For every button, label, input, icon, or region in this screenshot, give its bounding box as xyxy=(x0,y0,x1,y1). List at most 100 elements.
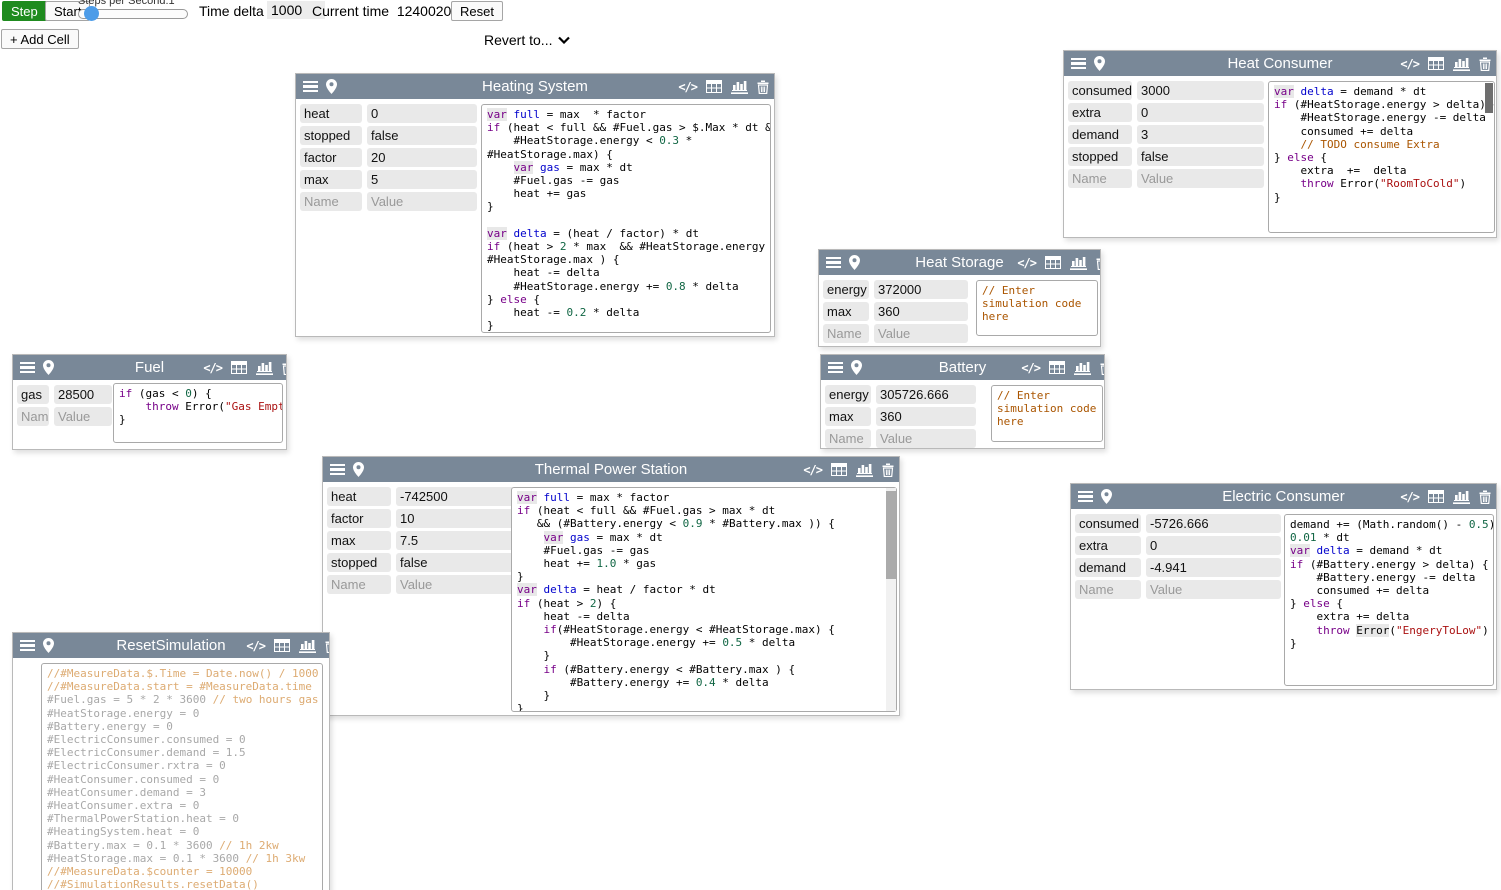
variable-name-cell[interactable]: max xyxy=(300,170,362,189)
slider-track[interactable] xyxy=(78,9,188,19)
code-editor[interactable]: demand += (Math.random() - 0.5) *0.01 * … xyxy=(1284,514,1494,686)
variable-value-cell[interactable]: -5726.666 xyxy=(1146,514,1281,533)
trash-icon[interactable] xyxy=(882,463,894,477)
variable-name-cell[interactable]: stopped xyxy=(1068,147,1132,166)
variable-value-cell[interactable]: 360 xyxy=(874,302,968,321)
variable-value-cell[interactable]: Value xyxy=(874,324,968,343)
location-pin-icon[interactable] xyxy=(326,79,337,94)
code-editor[interactable]: // Entersimulation codehere xyxy=(991,385,1103,442)
variable-value-cell[interactable]: 5 xyxy=(367,170,477,189)
code-editor[interactable]: var delta = demand * dtif (#HeatStorage.… xyxy=(1268,81,1495,233)
variable-name-cell[interactable]: energy xyxy=(825,385,871,404)
chart-view-icon[interactable] xyxy=(256,360,273,375)
location-pin-icon[interactable] xyxy=(851,360,862,375)
location-pin-icon[interactable] xyxy=(43,638,54,653)
variable-name-cell[interactable]: factor xyxy=(300,148,362,167)
chart-view-icon[interactable] xyxy=(299,638,316,653)
variable-name-cell[interactable]: extra xyxy=(1075,536,1141,555)
variable-value-cell[interactable]: -4.941 xyxy=(1146,558,1281,577)
variable-name-cell[interactable]: Name xyxy=(300,192,362,211)
variable-value-cell[interactable]: 305726.666 xyxy=(876,385,976,404)
add-cell-button[interactable]: + Add Cell xyxy=(1,29,79,49)
hamburger-menu-icon[interactable] xyxy=(303,81,318,93)
variable-name-cell[interactable]: Name xyxy=(327,575,391,594)
location-pin-icon[interactable] xyxy=(43,360,54,375)
variable-name-cell[interactable]: consumed xyxy=(1075,514,1141,533)
revert-dropdown[interactable]: Revert to... xyxy=(484,32,570,48)
code-scrollbar[interactable] xyxy=(886,488,896,711)
code-scrollbar[interactable] xyxy=(1485,83,1493,117)
variable-name-cell[interactable]: heat xyxy=(327,487,391,506)
code-editor[interactable]: var full = max * factorif (heat < full &… xyxy=(481,104,771,333)
variable-name-cell[interactable]: consumed xyxy=(1068,81,1132,100)
code-view-icon[interactable]: </> xyxy=(246,639,265,653)
variable-name-cell[interactable]: heat xyxy=(300,104,362,123)
table-view-icon[interactable] xyxy=(1049,361,1065,374)
variable-value-cell[interactable]: 0 xyxy=(367,104,477,123)
panel-header[interactable]: Fuel </> xyxy=(13,355,286,380)
chart-view-icon[interactable] xyxy=(1453,56,1470,71)
chart-view-icon[interactable] xyxy=(1074,360,1091,375)
code-editor[interactable]: //#MeasureData.$.Time = Date.now() / 100… xyxy=(41,663,323,890)
variable-value-cell[interactable]: false xyxy=(367,126,477,145)
variable-name-cell[interactable]: Name xyxy=(1075,580,1141,599)
trash-icon[interactable] xyxy=(1479,490,1491,504)
variable-name-cell[interactable]: demand xyxy=(1068,125,1132,144)
variable-value-cell[interactable]: -742500 xyxy=(396,487,514,506)
variable-value-cell[interactable]: Value xyxy=(396,575,514,594)
code-view-icon[interactable]: </> xyxy=(1021,361,1040,375)
variable-name-cell[interactable]: factor xyxy=(327,509,391,528)
scrollbar-thumb[interactable] xyxy=(886,491,896,579)
trash-icon[interactable] xyxy=(325,639,329,653)
variable-value-cell[interactable]: 3000 xyxy=(1137,81,1264,100)
variable-value-cell[interactable]: false xyxy=(1137,147,1264,166)
hamburger-menu-icon[interactable] xyxy=(330,464,345,476)
variable-name-cell[interactable]: gas xyxy=(17,385,49,404)
scrollbar-thumb[interactable] xyxy=(1485,83,1493,113)
chart-view-icon[interactable] xyxy=(856,462,873,477)
panel-header[interactable]: Thermal Power Station </> xyxy=(323,457,899,482)
chart-view-icon[interactable] xyxy=(731,79,748,94)
trash-icon[interactable] xyxy=(1096,256,1100,270)
panel-header[interactable]: ResetSimulation </> xyxy=(13,633,329,658)
chart-view-icon[interactable] xyxy=(1070,255,1087,270)
variable-name-cell[interactable]: energy xyxy=(823,280,869,299)
trash-icon[interactable] xyxy=(282,361,286,375)
variable-name-cell[interactable]: demand xyxy=(1075,558,1141,577)
code-view-icon[interactable]: </> xyxy=(1017,256,1036,270)
location-pin-icon[interactable] xyxy=(1101,489,1112,504)
hamburger-menu-icon[interactable] xyxy=(1078,491,1093,503)
variable-value-cell[interactable]: false xyxy=(396,553,514,572)
variable-value-cell[interactable]: Value xyxy=(367,192,477,211)
code-view-icon[interactable]: </> xyxy=(803,463,822,477)
variable-name-cell[interactable]: extra xyxy=(1068,103,1132,122)
variable-name-cell[interactable]: Name xyxy=(1068,169,1132,188)
table-view-icon[interactable] xyxy=(706,80,722,93)
hamburger-menu-icon[interactable] xyxy=(828,362,843,374)
chart-view-icon[interactable] xyxy=(1453,489,1470,504)
panel-header[interactable]: Heat Consumer </> xyxy=(1064,51,1496,76)
location-pin-icon[interactable] xyxy=(1094,56,1105,71)
code-view-icon[interactable]: </> xyxy=(203,361,222,375)
variable-name-cell[interactable]: max xyxy=(327,531,391,550)
code-view-icon[interactable]: </> xyxy=(678,80,697,94)
panel-header[interactable]: Electric Consumer </> xyxy=(1071,484,1496,509)
code-editor[interactable]: // Entersimulation codehere xyxy=(976,280,1098,336)
table-view-icon[interactable] xyxy=(231,361,247,374)
steps-per-second-slider[interactable]: Steps per Second:1 xyxy=(76,0,194,22)
variable-name-cell[interactable]: Name xyxy=(825,429,871,448)
variable-value-cell[interactable]: 28500 xyxy=(54,385,112,404)
variable-value-cell[interactable]: 20 xyxy=(367,148,477,167)
variable-value-cell[interactable]: 7.5 xyxy=(396,531,514,550)
table-view-icon[interactable] xyxy=(831,463,847,476)
variable-name-cell[interactable]: max xyxy=(825,407,871,426)
code-editor[interactable]: var full = max * factorif (heat < full &… xyxy=(511,487,897,712)
step-button[interactable]: Step xyxy=(2,1,47,21)
code-editor[interactable]: if (gas < 0) { throw Error("Gas Empty")} xyxy=(113,383,283,443)
reset-button[interactable]: Reset xyxy=(451,1,503,21)
variable-value-cell[interactable]: 3 xyxy=(1137,125,1264,144)
trash-icon[interactable] xyxy=(1100,361,1104,375)
panel-header[interactable]: Battery </> xyxy=(821,355,1104,380)
table-view-icon[interactable] xyxy=(1428,57,1444,70)
variable-value-cell[interactable]: 0 xyxy=(1146,536,1281,555)
